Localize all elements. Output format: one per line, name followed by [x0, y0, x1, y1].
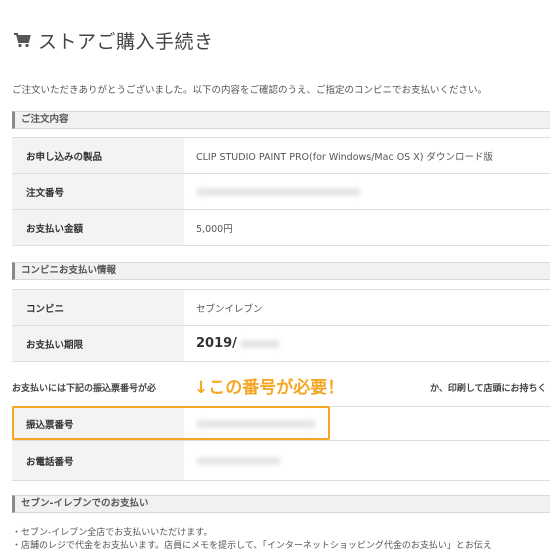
deadline-date: 2019/ [196, 336, 237, 351]
store-label: コンビニ [12, 290, 184, 325]
list-item: ・店舗のレジで代金をお支払います。店員にメモを提示して、「インターネットショッピ… [12, 541, 492, 550]
instructions-list: ・セブン-イレブン全店でお支払いいただけます。 ・店舗のレジで代金をお支払います… [12, 527, 492, 550]
intro-text: ご注文いただきありがとうございました。以下の内容をご確認のうえ、ご指定のコンビニ… [12, 85, 488, 96]
highlight-box [12, 406, 330, 440]
product-label: お申し込みの製品 [12, 138, 184, 173]
callout-annotation: ↓この番号が必要！ [186, 372, 353, 398]
phone-number-value [184, 441, 550, 480]
table-row: コンビニ セブンイレブン [12, 290, 550, 326]
page-title-text: ストアご購入手続き [38, 30, 214, 53]
store-value: セブンイレブン [196, 303, 263, 315]
amount-value: 5,000円 [196, 223, 233, 235]
product-value: CLIP STUDIO PAINT PRO(for Windows/Mac OS… [196, 151, 493, 163]
cart-icon [14, 33, 31, 48]
convenience-section-header: コンビニお支払い情報 [12, 262, 550, 280]
table-row: お支払い期限 2019/ [12, 326, 550, 362]
order-section-header: ご注文内容 [12, 111, 550, 129]
table-row: お電話番号 [12, 441, 550, 481]
table-row: お申し込みの製品 CLIP STUDIO PAINT PRO(for Windo… [12, 138, 550, 174]
notice-text: お支払いには下記の振込票番号が必 [12, 384, 157, 394]
table-row: お支払い金額 5,000円 [12, 210, 550, 246]
order-table: お申し込みの製品 CLIP STUDIO PAINT PRO(for Windo… [12, 137, 550, 246]
list-item: ・セブン-イレブン全店でお支払いいただけます。 [12, 528, 213, 538]
amount-label: お支払い金額 [12, 210, 184, 245]
phone-number-label: お電話番号 [12, 441, 184, 480]
seven-section-header: セブン-イレブンでのお支払い [12, 495, 550, 513]
convenience-table: コンビニ セブンイレブン お支払い期限 2019/ [12, 289, 550, 362]
deadline-label: お支払い期限 [12, 326, 184, 361]
deadline-value: 2019/ [184, 326, 550, 361]
order-number-value [184, 174, 550, 209]
table-row: 注文番号 [12, 174, 550, 210]
order-number-label: 注文番号 [12, 174, 184, 209]
page-title: ストアご購入手続き [12, 26, 214, 54]
notice-text-continued: か、印刷して店頭にお持ちく [430, 384, 547, 394]
